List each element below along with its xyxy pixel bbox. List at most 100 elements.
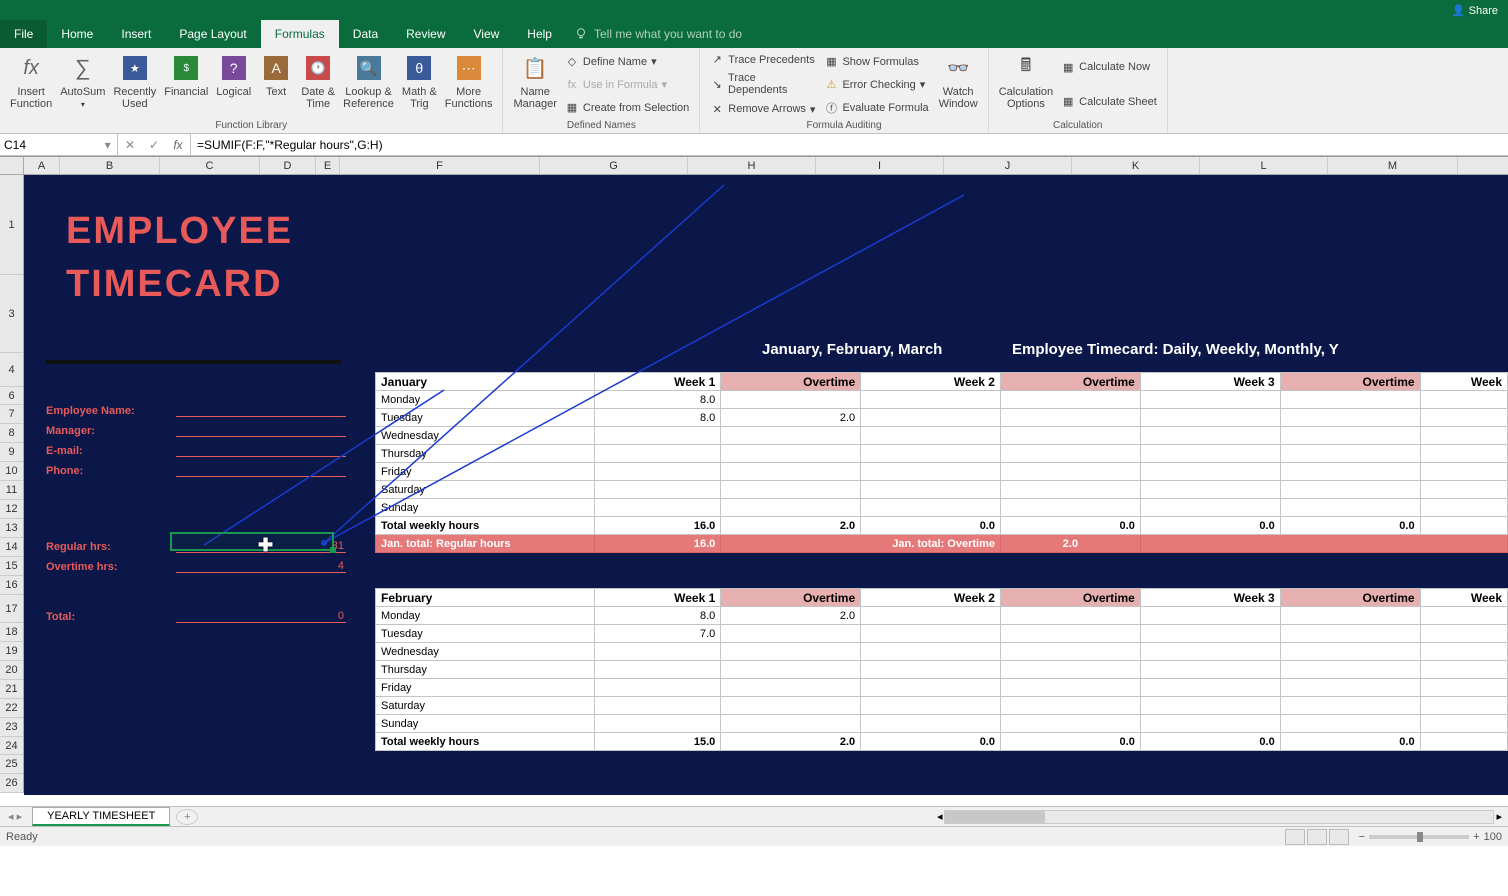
row-headers[interactable]: 1346789101112131415161718192021222324252…	[0, 175, 24, 793]
col-header-A[interactable]: A	[24, 157, 60, 174]
col-header-I[interactable]: I	[816, 157, 944, 174]
row-header-25[interactable]: 25	[0, 755, 23, 774]
row-header-24[interactable]: 24	[0, 737, 23, 755]
table-row[interactable]: Monday8.02.0	[376, 607, 1508, 625]
cancel-formula-icon[interactable]: ✕	[118, 138, 142, 152]
february-table[interactable]: FebruaryWeek 1OvertimeWeek 2OvertimeWeek…	[375, 588, 1508, 751]
tab-view[interactable]: View	[460, 20, 514, 48]
row-header-6[interactable]: 6	[0, 387, 23, 405]
row-header-21[interactable]: 21	[0, 680, 23, 699]
name-manager-button[interactable]: 📋Name Manager	[509, 50, 560, 119]
january-table[interactable]: JanuaryWeek 1OvertimeWeek 2OvertimeWeek …	[375, 372, 1508, 553]
tab-file[interactable]: File	[0, 20, 47, 48]
table-row[interactable]: Thursday	[376, 445, 1508, 463]
formula-input[interactable]	[191, 134, 1508, 155]
create-from-selection-button[interactable]: ▦Create from Selection	[561, 99, 693, 117]
remove-arrows-button[interactable]: ✕Remove Arrows ▾	[706, 100, 820, 118]
col-header-C[interactable]: C	[160, 157, 260, 174]
col-header-H[interactable]: H	[688, 157, 816, 174]
tab-data[interactable]: Data	[339, 20, 392, 48]
tab-help[interactable]: Help	[513, 20, 566, 48]
table-row[interactable]: Tuesday7.0	[376, 625, 1508, 643]
sheet-tab-yearly-timesheet[interactable]: YEARLY TIMESHEET	[32, 807, 170, 826]
tell-me-search[interactable]: Tell me what you want to do	[566, 20, 750, 48]
column-headers[interactable]: ABCDEFGHIJKLM	[24, 157, 1508, 175]
evaluate-formula-button[interactable]: ⓕEvaluate Formula	[820, 99, 934, 117]
col-header-E[interactable]: E	[316, 157, 340, 174]
view-buttons[interactable]	[1285, 829, 1349, 845]
calculate-now-button[interactable]: ▦Calculate Now	[1057, 58, 1161, 76]
date-time-button[interactable]: 🕐Date & Time	[297, 50, 339, 119]
email-field[interactable]	[176, 445, 346, 457]
col-header-K[interactable]: K	[1072, 157, 1200, 174]
row-header-19[interactable]: 19	[0, 642, 23, 661]
trace-precedents-button[interactable]: ↗Trace Precedents	[706, 51, 820, 69]
enter-formula-icon[interactable]: ✓	[142, 138, 166, 152]
recently-used-button[interactable]: ★Recently Used	[109, 50, 160, 119]
fx-icon[interactable]: fx	[166, 138, 190, 152]
share-button[interactable]: 👤 Share	[1452, 4, 1498, 17]
table-row[interactable]: Tuesday8.02.0	[376, 409, 1508, 427]
sheet-area[interactable]: ABCDEFGHIJKLM 13467891011121314151617181…	[0, 156, 1508, 806]
row-header-10[interactable]: 10	[0, 462, 23, 481]
calculation-options-button[interactable]: 🖩Calculation Options	[995, 50, 1057, 119]
insert-function-button[interactable]: fxInsert Function	[6, 50, 56, 119]
table-row[interactable]: Wednesday	[376, 427, 1508, 445]
row-header-3[interactable]: 3	[0, 275, 23, 353]
col-header-F[interactable]: F	[340, 157, 540, 174]
table[interactable]: JanuaryWeek 1OvertimeWeek 2OvertimeWeek …	[375, 372, 1508, 553]
name-box[interactable]: ▾	[0, 134, 118, 155]
add-sheet-button[interactable]: +	[176, 809, 198, 825]
zoom-slider[interactable]	[1369, 835, 1469, 839]
row-header-15[interactable]: 15	[0, 557, 23, 576]
row-header-18[interactable]: 18	[0, 623, 23, 642]
row-header-7[interactable]: 7	[0, 405, 23, 424]
tab-insert[interactable]: Insert	[107, 20, 165, 48]
table-row[interactable]: Saturday	[376, 481, 1508, 499]
table-row[interactable]: Friday	[376, 679, 1508, 697]
employee-name-field[interactable]	[176, 405, 346, 417]
row-header-23[interactable]: 23	[0, 718, 23, 737]
error-checking-button[interactable]: ⚠Error Checking ▾	[820, 76, 934, 94]
row-header-11[interactable]: 11	[0, 481, 23, 500]
tab-review[interactable]: Review	[392, 20, 459, 48]
tab-formulas[interactable]: Formulas	[261, 20, 339, 48]
row-header-26[interactable]: 26	[0, 774, 23, 793]
row-header-14[interactable]: 14	[0, 538, 23, 557]
table-row[interactable]: Thursday	[376, 661, 1508, 679]
col-header-L[interactable]: L	[1200, 157, 1328, 174]
select-all-corner[interactable]	[0, 157, 24, 175]
math-trig-button[interactable]: θMath & Trig	[398, 50, 441, 119]
row-header-16[interactable]: 16	[0, 576, 23, 595]
row-header-9[interactable]: 9	[0, 443, 23, 462]
financial-button[interactable]: $Financial	[160, 50, 212, 119]
table-row[interactable]: Wednesday	[376, 643, 1508, 661]
col-header-J[interactable]: J	[944, 157, 1072, 174]
col-header-M[interactable]: M	[1328, 157, 1458, 174]
sheet-nav-icon[interactable]: ◂ ▸	[0, 810, 30, 823]
calculate-sheet-button[interactable]: ▦Calculate Sheet	[1057, 93, 1161, 111]
more-functions-button[interactable]: ⋯More Functions	[441, 50, 497, 119]
table-row[interactable]: Saturday	[376, 697, 1508, 715]
logical-button[interactable]: ?Logical	[212, 50, 255, 119]
tab-home[interactable]: Home	[47, 20, 107, 48]
tab-page-layout[interactable]: Page Layout	[165, 20, 260, 48]
table-row[interactable]: Monday8.0	[376, 391, 1508, 409]
table-row[interactable]: Sunday	[376, 715, 1508, 733]
grid[interactable]: EMPLOYEETIMECARD January, February, Marc…	[24, 175, 1508, 806]
col-header-G[interactable]: G	[540, 157, 688, 174]
text-button[interactable]: AText	[255, 50, 297, 119]
page-layout-view-button[interactable]	[1307, 829, 1327, 845]
row-header-20[interactable]: 20	[0, 661, 23, 680]
row-header-8[interactable]: 8	[0, 424, 23, 443]
zoom-out-icon[interactable]: −	[1359, 831, 1365, 843]
overtime-hrs-value[interactable]: 4	[176, 560, 346, 573]
name-box-input[interactable]	[4, 138, 102, 152]
zoom-control[interactable]: − + 100	[1359, 831, 1502, 843]
col-header-D[interactable]: D	[260, 157, 316, 174]
horizontal-scrollbar[interactable]: ◂ ▸	[198, 810, 1508, 824]
col-header-B[interactable]: B	[60, 157, 160, 174]
trace-dependents-button[interactable]: ↘Trace Dependents	[706, 70, 820, 98]
show-formulas-button[interactable]: ▦Show Formulas	[820, 53, 934, 71]
name-box-dropdown-icon[interactable]: ▾	[102, 138, 113, 152]
